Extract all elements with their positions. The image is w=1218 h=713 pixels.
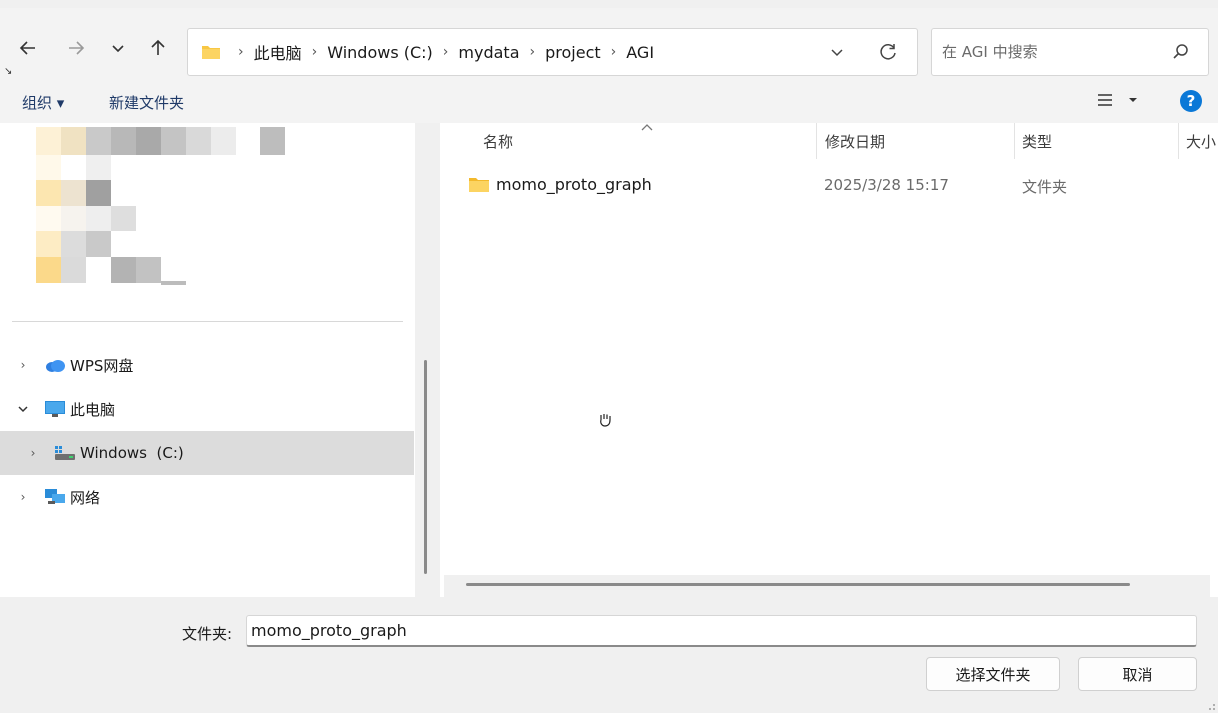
pane-splitter[interactable] [415,123,440,597]
cancel-button[interactable]: 取消 [1078,657,1197,691]
file-list-pane: 名称 修改日期 类型 大小 momo_proto_graph 2025/3/28… [440,123,1218,597]
column-header-type[interactable]: 类型 [1022,131,1052,152]
folder-icon [469,178,489,192]
address-bar[interactable]: › 此电脑 › Windows (C:) › mydata › project … [187,28,918,76]
column-divider[interactable] [1014,123,1015,159]
tree-item-network[interactable]: › 网络 [0,475,414,519]
chevron-right-icon[interactable]: › [605,44,623,60]
breadcrumb-windows-c[interactable]: Windows (C:) [323,43,437,62]
column-divider[interactable] [816,123,817,159]
folder-name-input[interactable] [246,615,1197,647]
tree-item-this-pc[interactable]: 此电脑 [0,387,414,431]
tree-item-label: WPS网盘 [70,356,134,375]
breadcrumb-mydata[interactable]: mydata [454,43,523,62]
chevron-right-icon[interactable]: › [26,446,40,460]
search-icon[interactable] [1172,43,1190,61]
horizontal-scrollbar[interactable] [466,583,1130,586]
view-options-button[interactable] [1096,92,1138,108]
breadcrumb-project[interactable]: project [541,43,605,62]
chevron-down-icon[interactable] [828,43,846,61]
chevron-right-icon[interactable]: › [306,44,324,60]
tree-item-label: 此电脑 [70,400,116,419]
help-icon[interactable]: ? [1180,90,1202,112]
forward-button[interactable] [62,34,90,62]
resize-grip-icon[interactable] [1206,701,1216,711]
navigation-bar: ↘ › 此电脑 › Windows (C:) › mydata › projec… [0,8,1218,80]
back-button[interactable] [14,34,42,62]
file-type: 文件夹 [1022,178,1068,196]
breadcrumb-this-pc[interactable]: 此电脑 [250,40,306,64]
hand-cursor-icon [596,411,614,433]
tree-item-label: 网络 [70,488,101,507]
cloud-icon [44,356,66,374]
monitor-icon [44,400,66,418]
list-view-icon [1098,94,1112,106]
up-button[interactable] [144,34,172,62]
column-header-modified[interactable]: 修改日期 [825,131,885,152]
folder-icon [202,46,220,59]
file-name[interactable]: momo_proto_graph [496,175,652,194]
chevron-down-icon[interactable] [16,402,30,416]
search-input[interactable] [942,41,1162,63]
arrow-right-icon [69,41,85,55]
tree-item-windows-c[interactable]: › Windows (C:) [0,431,414,475]
organize-menu[interactable]: 组织 ▾ [22,92,64,113]
chevron-right-icon[interactable]: › [16,358,30,372]
file-row[interactable]: momo_proto_graph 2025/3/28 15:17 文件夹 [466,167,1206,201]
recent-locations-button[interactable] [104,34,132,62]
tree-item-label: Windows (C:) [80,444,184,462]
navigation-scrollbar[interactable] [424,360,427,574]
refresh-icon[interactable] [877,41,899,63]
chevron-down-icon [112,45,124,53]
tree-item-wps-drive[interactable]: › WPS网盘 [0,343,414,387]
column-divider[interactable] [1178,123,1179,159]
command-bar: 组织 ▾ 新建文件夹 ? [0,80,1218,123]
chevron-right-icon[interactable]: › [437,44,455,60]
select-folder-button[interactable]: 选择文件夹 [926,657,1060,691]
chevron-right-icon[interactable]: › [16,490,30,504]
breadcrumb: › 此电脑 › Windows (C:) › mydata › project … [232,29,658,75]
folder-field-label: 文件夹: [182,625,233,643]
horizontal-scrollbar-track[interactable] [444,575,1210,597]
arrow-up-icon [151,39,165,55]
breadcrumb-agi[interactable]: AGI [622,43,658,62]
sort-ascending-icon [640,121,654,136]
caret-down-icon [1129,98,1137,102]
new-folder-button[interactable]: 新建文件夹 [109,92,184,113]
cursor-hint-icon: ↘ [4,66,13,77]
pane-divider [12,321,403,322]
column-header-size[interactable]: 大小 [1186,131,1216,152]
network-icon [44,488,66,506]
drive-icon [54,444,76,462]
navigation-pane: › WPS网盘 此电脑 › Windows (C:) › 网络 [0,123,440,597]
blurred-quick-access [36,127,286,287]
column-header-name[interactable]: 名称 [483,131,513,152]
file-modified: 2025/3/28 15:17 [824,176,949,194]
arrow-left-icon [19,41,35,55]
search-box[interactable] [931,28,1209,76]
chevron-right-icon[interactable]: › [524,44,542,60]
dialog-footer: 文件夹: 选择文件夹 取消 [0,597,1218,713]
chevron-right-icon[interactable]: › [232,44,250,60]
